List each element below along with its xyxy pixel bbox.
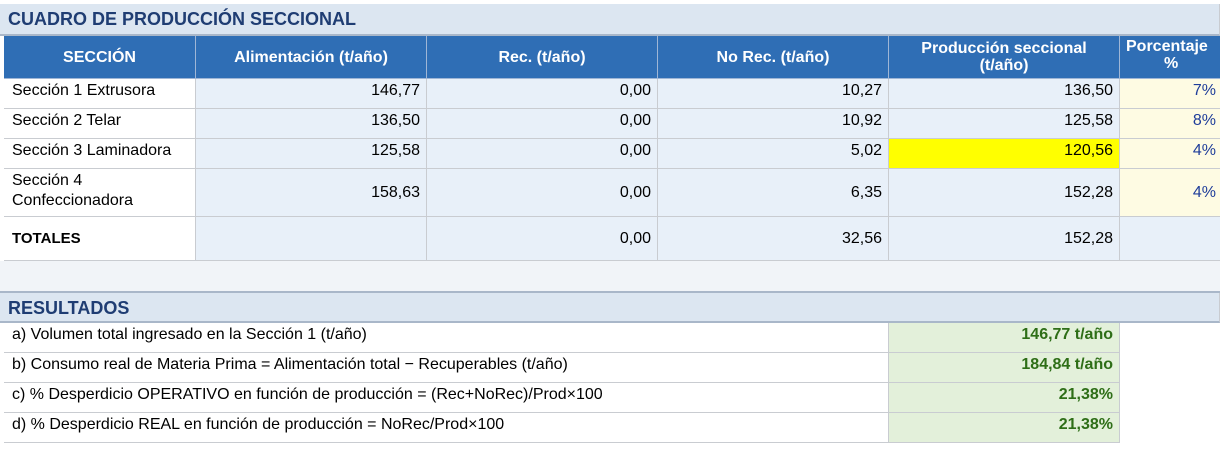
cell-seccion-4-line2: Confeccionadora: [12, 192, 133, 209]
header-seccion[interactable]: SECCIÓN: [4, 36, 196, 79]
header-produccion-line2: (t/año): [979, 57, 1029, 74]
header-produccion[interactable]: Producción seccional (t/año): [889, 36, 1120, 79]
cell-produccion-2[interactable]: 125,58: [889, 109, 1120, 139]
cell-alimentacion-4[interactable]: 158,63: [196, 169, 427, 217]
cell-seccion-1[interactable]: Sección 1 Extrusora: [4, 79, 196, 109]
cell-totales-rec[interactable]: 0,00: [427, 217, 658, 261]
cell-porcentaje-1[interactable]: 7%: [1120, 79, 1220, 109]
results-title[interactable]: RESULTADOS: [0, 293, 1220, 323]
cell-rec-2[interactable]: 0,00: [427, 109, 658, 139]
cell-seccion-3[interactable]: Sección 3 Laminadora: [4, 139, 196, 169]
header-rec[interactable]: Rec. (t/año): [427, 36, 658, 79]
empty-row[interactable]: [0, 261, 1220, 293]
cell-rec-4[interactable]: 0,00: [427, 169, 658, 217]
result-value-c[interactable]: 21,38%: [889, 383, 1120, 413]
cell-porcentaje-2[interactable]: 8%: [1120, 109, 1220, 139]
cell-totales-produccion[interactable]: 152,28: [889, 217, 1120, 261]
cell-norec-1[interactable]: 10,27: [658, 79, 889, 109]
cell-seccion-2[interactable]: Sección 2 Telar: [4, 109, 196, 139]
cell-norec-2[interactable]: 10,92: [658, 109, 889, 139]
header-porcentaje-line1: Porcentaje: [1126, 38, 1208, 55]
cell-produccion-3-highlighted[interactable]: 120,56: [889, 139, 1120, 169]
result-value-a[interactable]: 146,77 t/año: [889, 323, 1120, 353]
result-label-b[interactable]: b) Consumo real de Materia Prima = Alime…: [4, 353, 889, 383]
cell-totales-porcentaje[interactable]: [1120, 217, 1220, 261]
header-produccion-line1: Producción seccional: [921, 40, 1087, 57]
cell-totales-norec[interactable]: 32,56: [658, 217, 889, 261]
cell-porcentaje-4[interactable]: 4%: [1120, 169, 1220, 217]
result-value-d[interactable]: 21,38%: [889, 413, 1120, 443]
cell-norec-3[interactable]: 5,02: [658, 139, 889, 169]
result-label-a[interactable]: a) Volumen total ingresado en la Sección…: [4, 323, 889, 353]
cell-rec-3[interactable]: 0,00: [427, 139, 658, 169]
spreadsheet-grid: CUADRO DE PRODUCCIÓN SECCIONAL SECCIÓN A…: [0, 0, 1220, 449]
cell-rec-1[interactable]: 0,00: [427, 79, 658, 109]
header-alimentacion[interactable]: Alimentación (t/año): [196, 36, 427, 79]
header-porcentaje-line2: %: [1164, 55, 1179, 72]
result-value-b[interactable]: 184,84 t/año: [889, 353, 1120, 383]
cell-alimentacion-2[interactable]: 136,50: [196, 109, 427, 139]
result-blank-a: [1120, 323, 1220, 353]
cell-seccion-4[interactable]: Sección 4 Confeccionadora: [4, 169, 196, 217]
cell-seccion-4-line1: Sección 4: [12, 172, 83, 189]
result-label-c[interactable]: c) % Desperdicio OPERATIVO en función de…: [4, 383, 889, 413]
cell-alimentacion-1[interactable]: 146,77: [196, 79, 427, 109]
header-porcentaje[interactable]: Porcentaje %: [1120, 36, 1220, 79]
header-norec[interactable]: No Rec. (t/año): [658, 36, 889, 79]
cell-produccion-4[interactable]: 152,28: [889, 169, 1120, 217]
cell-alimentacion-3[interactable]: 125,58: [196, 139, 427, 169]
cell-totales-alimentacion[interactable]: [196, 217, 427, 261]
cell-norec-4[interactable]: 6,35: [658, 169, 889, 217]
cell-totales-label[interactable]: TOTALES: [4, 217, 196, 261]
result-label-d[interactable]: d) % Desperdicio REAL en función de prod…: [4, 413, 889, 443]
cell-produccion-1[interactable]: 136,50: [889, 79, 1120, 109]
table-title[interactable]: CUADRO DE PRODUCCIÓN SECCIONAL: [0, 4, 1220, 36]
cell-porcentaje-3[interactable]: 4%: [1120, 139, 1220, 169]
